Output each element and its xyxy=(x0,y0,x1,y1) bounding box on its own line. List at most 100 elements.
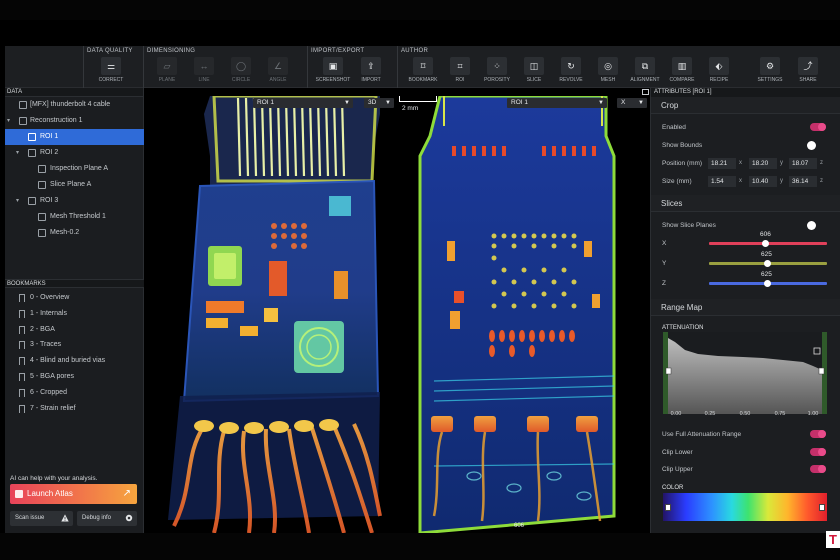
bookmark-item[interactable]: 6 - Cropped xyxy=(5,385,144,401)
slice-x-slider-knob[interactable] xyxy=(762,240,769,247)
chevron-down-icon[interactable]: ▾ xyxy=(16,193,19,209)
clip-upper-toggle[interactable] xyxy=(810,465,826,473)
import-button[interactable]: ⇪ IMPORT xyxy=(356,57,386,86)
bookmark-item[interactable]: 0 - Overview xyxy=(5,290,144,306)
mesh-button[interactable]: ◎ MESH xyxy=(593,57,623,86)
tree-item-roi-3[interactable]: ▾ ROI 3 xyxy=(5,193,144,209)
bookmark-item[interactable]: 7 - Strain relief xyxy=(5,401,144,417)
chevron-down-icon[interactable]: ▾ xyxy=(7,113,10,129)
tree-item-label: Reconstruction 1 xyxy=(30,117,83,124)
bookmark-button[interactable]: ⌑ BOOKMARK xyxy=(408,57,438,86)
group-title: IMPORT/EXPORT xyxy=(311,48,365,54)
tick-label: 0.75 xyxy=(774,411,786,417)
bookmark-label: 7 - Strain relief xyxy=(30,404,76,412)
slice-y-slider-knob[interactable] xyxy=(764,260,771,267)
camera-icon: ▣ xyxy=(323,57,343,75)
size-z-field[interactable]: 36.14 xyxy=(789,176,817,187)
tree-item-reconstruction[interactable]: ▾ Reconstruction 1 xyxy=(5,113,144,129)
mesh-icon: ◎ xyxy=(598,57,618,75)
bookmark-icon xyxy=(19,388,25,397)
launch-atlas-button[interactable]: Launch Atlas ↗ xyxy=(10,484,137,504)
bookmarks-section-header: BOOKMARKS xyxy=(5,279,144,288)
toggle-knob xyxy=(818,123,826,131)
range-map-section-header[interactable]: Range Map xyxy=(651,299,840,316)
slice-axis-select[interactable]: X ▼ xyxy=(617,98,647,108)
dataset-icon xyxy=(19,101,27,109)
bookmark-item[interactable]: 3 - Traces xyxy=(5,337,144,353)
view-mode-select[interactable]: 3D ▼ xyxy=(364,98,394,108)
size-x-field[interactable]: 1.54 xyxy=(708,176,736,187)
left-view-roi-select[interactable]: ROI 1 ▼ xyxy=(253,98,353,108)
bookmark-item[interactable]: 1 - Internals xyxy=(5,306,144,322)
scan-issue-button[interactable]: Scan issue xyxy=(10,511,73,526)
tree-item-mesh[interactable]: Mesh-0.2 xyxy=(5,225,144,241)
revolve-button[interactable]: ↻ REVOLVE xyxy=(556,57,586,86)
toolbar-right-group: ⚙ SETTINGS ⤴ SHARE xyxy=(745,46,840,88)
mesh-icon xyxy=(38,229,46,237)
recipe-button[interactable]: ⬖ RECIPE xyxy=(704,57,734,86)
show-slice-planes-radio[interactable] xyxy=(807,221,816,230)
circle-button[interactable]: ◯ CIRCLE xyxy=(226,57,256,86)
settings-button[interactable]: ⚙ SETTINGS xyxy=(755,57,785,86)
bookmark-icon xyxy=(19,341,25,350)
slider-y-axis-label: Y xyxy=(662,260,667,267)
line-button[interactable]: ↔ LINE xyxy=(189,57,219,86)
recipe-label: RECIPE xyxy=(709,77,729,83)
correct-button[interactable]: ⚌ CORRECT xyxy=(96,57,126,86)
plane-button[interactable]: ▱ PLANE xyxy=(152,57,182,86)
clip-lower-toggle[interactable] xyxy=(810,448,826,456)
tree-item-inspection-plane[interactable]: Inspection Plane A xyxy=(5,161,144,177)
share-button[interactable]: ⤴ SHARE xyxy=(793,57,823,86)
tree-item-mesh-threshold[interactable]: Mesh Threshold 1 xyxy=(5,209,144,225)
screenshot-button[interactable]: ▣ SCREENSHOT xyxy=(316,57,350,86)
tree-item-roi-1[interactable]: ROI 1 xyxy=(5,129,144,145)
tree-item-slice-plane[interactable]: Slice Plane A xyxy=(5,177,144,193)
axis-y-label: y xyxy=(780,160,783,166)
tree-item-label: Mesh Threshold 1 xyxy=(50,213,106,220)
share-label: SHARE xyxy=(799,77,817,83)
slice-z-slider-knob[interactable] xyxy=(764,280,771,287)
colormap-upper-handle[interactable] xyxy=(819,504,825,511)
bookmark-item[interactable]: 4 - Blind and buried vias xyxy=(5,353,144,369)
tree-item-cable[interactable]: [MFX] thunderbolt 4 cable xyxy=(5,97,144,113)
caret-down-icon: ▼ xyxy=(598,100,604,106)
axis-x-label: x xyxy=(739,178,742,184)
volume-icon xyxy=(19,117,27,125)
chevron-down-icon[interactable]: ▾ xyxy=(16,145,19,161)
position-y-field[interactable]: 18.20 xyxy=(749,158,777,169)
left-panel: DATA [MFX] thunderbolt 4 cable ▾ Reconst… xyxy=(5,88,144,533)
tree-item-roi-2[interactable]: ▾ ROI 2 xyxy=(5,145,144,161)
bookmark-item[interactable]: 5 - BGA pores xyxy=(5,369,144,385)
position-z-field[interactable]: 18.07 xyxy=(789,158,817,169)
roi-button[interactable]: ⌗ ROI xyxy=(445,57,475,86)
slices-section-header[interactable]: Slices xyxy=(651,195,840,212)
porosity-button[interactable]: ⁘ POROSITY xyxy=(482,57,512,86)
position-x-field[interactable]: 18.21 xyxy=(708,158,736,169)
compare-button[interactable]: ▥ COMPARE xyxy=(667,57,697,86)
crop-section-header[interactable]: Crop xyxy=(651,97,840,114)
use-full-range-toggle[interactable] xyxy=(810,430,826,438)
slice-button[interactable]: ◫ SLICE xyxy=(519,57,549,86)
ct-viewer[interactable] xyxy=(144,96,650,533)
show-bounds-radio[interactable] xyxy=(807,141,816,150)
alignment-button[interactable]: ⧉ ALIGNMENT xyxy=(630,57,660,86)
ct-render xyxy=(168,96,616,533)
attenuation-histogram[interactable] xyxy=(663,332,827,414)
group-title: AUTHOR xyxy=(401,48,429,54)
debug-info-button[interactable]: Debug info xyxy=(77,511,137,526)
bookmark-item[interactable]: 2 - BGA xyxy=(5,322,144,338)
colormap-lower-handle[interactable] xyxy=(665,504,671,511)
bookmark-label: 0 - Overview xyxy=(30,294,70,301)
left-view-roi-value: ROI 1 xyxy=(257,99,274,106)
bookmark-icon xyxy=(19,404,25,413)
toggle-knob xyxy=(818,448,826,456)
cube-icon xyxy=(28,133,36,141)
color-map-bar[interactable] xyxy=(663,493,827,521)
angle-button[interactable]: ∠ ANGLE xyxy=(263,57,293,86)
bookmark-label: 3 - Traces xyxy=(30,341,62,349)
crop-enabled-toggle[interactable] xyxy=(810,123,826,131)
right-view-roi-select[interactable]: ROI 1 ▼ xyxy=(507,98,607,108)
axis-z-label: z xyxy=(820,160,823,166)
size-y-field[interactable]: 10.40 xyxy=(749,176,777,187)
tick-label: 0.00 xyxy=(670,411,682,417)
